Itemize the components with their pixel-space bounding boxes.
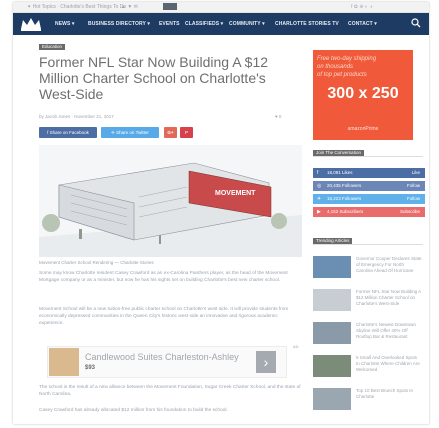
trending-item[interactable]: Former NFL Star Now Building A $12 Milli… xyxy=(313,287,425,315)
instagram-icon: ◎ xyxy=(317,183,322,189)
trending-thumbnail[interactable] xyxy=(313,322,351,344)
article-paragraph: The school is the result of a new allian… xyxy=(39,385,301,398)
inline-ad-price: $93 xyxy=(85,365,96,371)
social-action[interactable]: Subscribe xyxy=(400,207,420,217)
share-pinterest-button[interactable]: P xyxy=(180,127,193,138)
svg-text:MOVEMENT: MOVEMENT xyxy=(215,190,256,197)
nav-item-contact[interactable]: CONTACT ▾ xyxy=(348,21,377,27)
trending-title[interactable]: Former NFL Star Now Building A $12 Milli… xyxy=(356,289,422,307)
social-row-instagram[interactable]: ◎ 20,435 Followers Follow xyxy=(313,181,425,191)
social-count: 20,435 Followers xyxy=(327,183,362,188)
main-nav: NEWS ▾ BUSINESS DIRECTORY ▾ EVENTS CLASS… xyxy=(13,13,429,35)
trending-thumbnail[interactable] xyxy=(313,289,351,311)
image-caption: Movement Charter School Rendering — Char… xyxy=(39,260,154,265)
social-action[interactable]: Follow xyxy=(407,181,420,191)
chevron-right-icon[interactable]: › xyxy=(256,351,276,373)
article-byline: by Jacob Jones · November 21, 2017 xyxy=(39,114,114,119)
trending-title[interactable]: Governor Cooper Declares State of Emerge… xyxy=(356,256,422,274)
social-row-twitter[interactable]: ✈ 15,223 Followers Follow xyxy=(313,194,425,204)
browser-page: ✦ Hot Topics · Charlotte's Best Things T… xyxy=(13,2,429,424)
trending-item[interactable]: Charlotte's Newest Downtown Skyline Will… xyxy=(313,320,425,348)
top-strip-ad-thumb[interactable] xyxy=(163,3,177,10)
article-paragraph: Movement School will be a new tuition-fr… xyxy=(39,307,289,327)
share-twitter-button[interactable]: ✈ Share on Twitter xyxy=(101,127,159,138)
nav-item-news[interactable]: NEWS ▾ xyxy=(55,21,75,27)
trending-item[interactable]: Top 10 Best Brunch Spots In Charlotte xyxy=(313,386,425,414)
inline-ad-title[interactable]: Candlewood Suites Charleston-Ashley xyxy=(85,352,239,362)
trending-thumbnail[interactable] xyxy=(313,388,351,410)
trending-thumbnail[interactable] xyxy=(313,256,351,278)
nav-item-business-directory[interactable]: BUSINESS DIRECTORY ▾ xyxy=(88,21,150,27)
share-google-plus-button[interactable]: G+ xyxy=(164,127,177,138)
trending-title[interactable]: Top 10 Best Brunch Spots In Charlotte xyxy=(356,388,422,400)
ad-choices-badge[interactable]: AD xyxy=(293,344,299,349)
social-count: 15,223 Followers xyxy=(327,196,362,201)
category-tag[interactable]: Education xyxy=(39,44,66,50)
article-likes[interactable]: ♥ 0 xyxy=(275,114,281,119)
top-strip-links[interactable]: ✦ Hot Topics · Charlotte's Best Things T… xyxy=(27,4,126,10)
search-icon[interactable] xyxy=(411,18,421,28)
crown-logo-icon[interactable] xyxy=(19,16,43,32)
article-paragraph: Some may know Charlotte resident Casey C… xyxy=(39,271,288,284)
ad-size-label: 300 x 250 xyxy=(327,85,399,102)
trending-title[interactable]: 5 Small And Overlooked Spots In Charlott… xyxy=(356,355,422,373)
nav-item-charlotte-stories-tv[interactable]: CHARLOTTE STORIES TV xyxy=(275,21,339,27)
nav-item-community[interactable]: COMMUNITY ▾ xyxy=(229,21,265,27)
social-count: 18,091 Likes xyxy=(327,170,353,175)
ad-brand: amazonPrime xyxy=(347,126,379,132)
social-count: 4,152 Subscribers xyxy=(327,209,364,214)
ad-line: on thousands xyxy=(317,64,354,70)
social-action[interactable]: Follow xyxy=(407,194,420,204)
youtube-icon: ▶ xyxy=(317,209,321,215)
article-title: Former NFL Star Now Building A $12 Milli… xyxy=(39,54,269,102)
sidebar-ad[interactable]: Free two-day shipping on thousands of to… xyxy=(313,50,413,140)
twitter-icon: ✈ xyxy=(317,196,322,202)
top-strip: ✦ Hot Topics · Charlotte's Best Things T… xyxy=(13,2,429,13)
nav-item-events[interactable]: EVENTS xyxy=(159,21,180,27)
nav-item-classifieds[interactable]: CLASSIFIEDS ▾ xyxy=(185,21,223,27)
trending-thumbnail[interactable] xyxy=(313,355,351,377)
trending-item[interactable]: Governor Cooper Declares State of Emerge… xyxy=(313,254,425,282)
social-action[interactable]: Like xyxy=(412,168,420,178)
ad-line: of top pet products xyxy=(317,72,367,78)
ad-line: Free two-day shipping xyxy=(317,56,377,62)
hotel-photo xyxy=(49,348,79,376)
article-hero-image: MOVEMENT xyxy=(39,145,302,257)
divider xyxy=(313,156,423,157)
facebook-icon: f xyxy=(317,170,319,176)
social-row-facebook[interactable]: f 18,091 Likes Like xyxy=(313,168,425,178)
trending-item[interactable]: 5 Small And Overlooked Spots In Charlott… xyxy=(313,353,425,381)
social-row-youtube[interactable]: ▶ 4,152 Subscribers Subscribe xyxy=(313,207,425,217)
divider xyxy=(313,244,423,245)
top-strip-mid[interactable]: ▲ ▼ ✉ xyxy=(121,4,138,10)
inline-ad[interactable]: Candlewood Suites Charleston-Ashley $93 … xyxy=(47,346,287,378)
social-links-top[interactable]: f ✿ ⊕ ◐ ◑ xyxy=(351,4,372,10)
article-paragraph: Casey Crawford has already allocated $12… xyxy=(39,408,228,413)
share-facebook-button[interactable]: f Share on Facebook xyxy=(39,127,97,138)
trending-title[interactable]: Charlotte's Newest Downtown Skyline Will… xyxy=(356,322,422,340)
